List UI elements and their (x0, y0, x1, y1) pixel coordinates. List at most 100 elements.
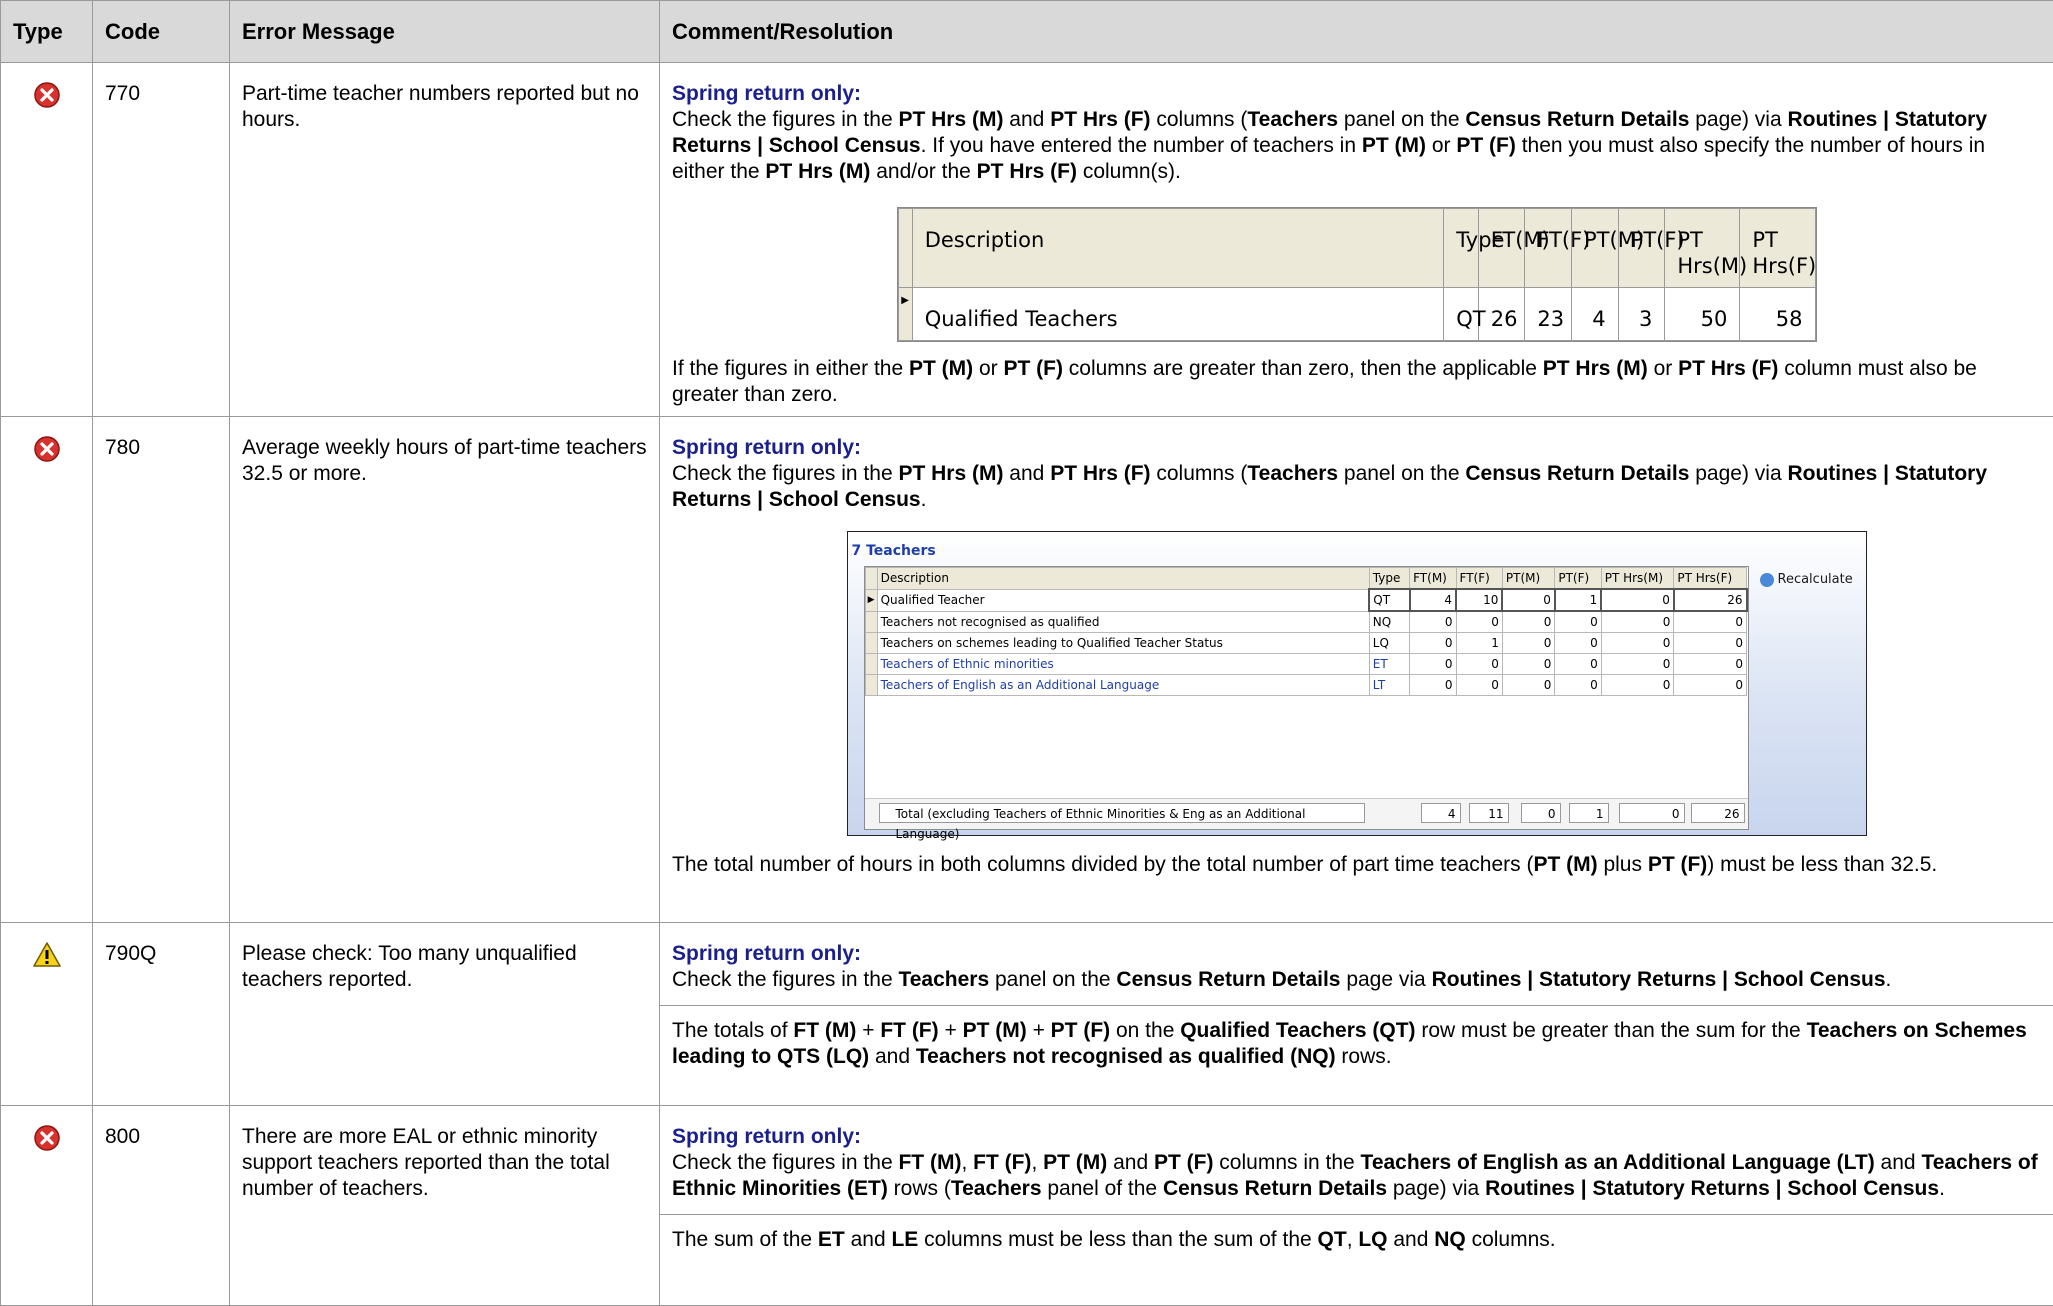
grid-header: PT Hrs(F) (1740, 209, 1815, 288)
table-row: 780 Average weekly hours of part-time te… (1, 417, 2053, 923)
grid-cell[interactable]: 4 (1410, 589, 1456, 611)
grid-cell[interactable]: 0 (1502, 589, 1554, 611)
message-cell: Part-time teacher numbers reported but n… (230, 63, 660, 417)
grid-cell[interactable]: 26 (1674, 589, 1747, 611)
grid-header: PT Hrs(M) (1601, 568, 1674, 590)
grid-cell: Qualified Teacher (877, 589, 1369, 611)
grid-header: Description (877, 568, 1369, 590)
comment-cell: Spring return only: Check the figures in… (660, 1106, 2053, 1306)
resolution-paragraph: The sum of the ET and LE columns must be… (660, 1214, 2053, 1253)
comment-cell: Spring return only: Check the figures in… (660, 63, 2053, 417)
type-cell (1, 417, 93, 923)
grid-row[interactable]: Teachers on schemes leading to Qualified… (865, 633, 1747, 654)
panel-title: 7 Teachers (852, 538, 936, 564)
grid-cell: 50 (1665, 288, 1740, 341)
grid-cell[interactable]: 0 (1456, 611, 1502, 633)
table-row: 790Q Please check: Too many unqualified … (1, 923, 2053, 1106)
grid-row[interactable]: Teachers of English as an Additional Lan… (865, 675, 1747, 696)
grid-cell[interactable]: 0 (1410, 611, 1456, 633)
spring-return-label: Spring return only: (672, 81, 2041, 107)
teachers-grid: Description Type FT(M) FT(F) PT(M) PT(F)… (864, 566, 1749, 830)
error-table: Type Code Error Message Comment/Resoluti… (0, 0, 2053, 1306)
table-header-row: Type Code Error Message Comment/Resoluti… (1, 1, 2053, 63)
grid-cell[interactable]: 0 (1456, 675, 1502, 696)
grid-cell[interactable]: 0 (1601, 633, 1674, 654)
grid-cell[interactable]: 0 (1555, 675, 1601, 696)
grid-cell: Teachers of Ethnic minorities (877, 654, 1369, 675)
total-cell: 4 (1421, 803, 1461, 823)
grid-cell[interactable]: 0 (1410, 654, 1456, 675)
grid-cell: 3 (1618, 288, 1665, 341)
code-cell: 790Q (93, 923, 230, 1106)
grid-cell[interactable]: 0 (1502, 633, 1554, 654)
grid-cell[interactable]: 0 (1674, 633, 1747, 654)
grid-cell: Teachers of English as an Additional Lan… (877, 675, 1369, 696)
grid-cell: LQ (1369, 633, 1409, 654)
total-cell: 26 (1691, 803, 1745, 823)
grid-cell[interactable]: 0 (1502, 611, 1554, 633)
message-cell: Average weekly hours of part-time teache… (230, 417, 660, 923)
grid-row[interactable]: Teachers not recognised as qualified NQ … (865, 611, 1747, 633)
grid-cell[interactable]: 1 (1555, 589, 1601, 611)
grid-cell[interactable]: 0 (1601, 654, 1674, 675)
recalculate-button[interactable]: Recalculate (1760, 567, 1853, 593)
grid-cell[interactable]: QT (1369, 589, 1409, 611)
recalculate-label: Recalculate (1778, 572, 1853, 587)
grid-cell: 58 (1740, 288, 1815, 341)
grid-header: Type (1369, 568, 1409, 590)
error-icon (33, 435, 61, 463)
spring-return-label: Spring return only: (672, 1124, 2041, 1150)
grid-cell[interactable]: 0 (1410, 633, 1456, 654)
grid-cell: Qualified Teachers (912, 288, 1444, 341)
spring-return-label: Spring return only: (672, 941, 2041, 967)
grid-cell[interactable]: 0 (1555, 633, 1601, 654)
total-cell: 1 (1569, 803, 1609, 823)
spring-return-label: Spring return only: (672, 435, 2041, 461)
code-cell: 780 (93, 417, 230, 923)
row-pointer-icon: ▶ (865, 589, 877, 611)
total-cell: 0 (1619, 803, 1685, 823)
grid-cell: 23 (1525, 288, 1572, 341)
grid-cell[interactable]: 0 (1502, 675, 1554, 696)
grid-cell[interactable]: 0 (1555, 654, 1601, 675)
grid-header: PT(F) (1555, 568, 1601, 590)
qualified-teachers-grid-image: Description Type FT(M) FT(F) PT(M) PT(F)… (897, 207, 1817, 342)
grid-cell[interactable]: 0 (1601, 675, 1674, 696)
grid-cell[interactable]: 0 (1555, 611, 1601, 633)
error-icon (33, 81, 61, 109)
grid-row[interactable]: Teachers of Ethnic minorities ET 0 0 0 0… (865, 654, 1747, 675)
grid-cell[interactable]: 0 (1601, 611, 1674, 633)
resolution-paragraph: Check the figures in the FT (M), FT (F),… (672, 1150, 2041, 1202)
comment-cell: Spring return only: Check the figures in… (660, 923, 2053, 1106)
grid-cell[interactable]: 0 (1674, 611, 1747, 633)
grid-cell[interactable]: 0 (1410, 675, 1456, 696)
resolution-paragraph: The totals of FT (M) + FT (F) + PT (M) +… (660, 1005, 2053, 1070)
resolution-paragraph: If the figures in either the PT (M) or P… (672, 356, 2041, 408)
grid-header: Type (1444, 209, 1478, 288)
grid-cell[interactable]: 0 (1502, 654, 1554, 675)
grid-cell[interactable]: 0 (1674, 654, 1747, 675)
warning-icon (33, 941, 61, 969)
code-header: Code (93, 1, 230, 63)
type-cell (1, 63, 93, 417)
recalculate-icon (1760, 573, 1774, 587)
grid-row[interactable]: ▶ Qualified Teacher QT 4 10 0 1 0 26 (865, 589, 1747, 611)
row-pointer-icon: ▶ (898, 288, 912, 341)
code-cell: 770 (93, 63, 230, 417)
type-header: Type (1, 1, 93, 63)
grid-header: PT Hrs(F) (1674, 568, 1747, 590)
grid-cell: QT (1444, 288, 1478, 341)
resolution-paragraph: Check the figures in the PT Hrs (M) and … (672, 461, 2041, 513)
error-message-header: Error Message (230, 1, 660, 63)
comment-cell: Spring return only: Check the figures in… (660, 417, 2053, 923)
grid-cell[interactable]: 10 (1456, 589, 1502, 611)
grid-cell[interactable]: 0 (1674, 675, 1747, 696)
code-cell: 800 (93, 1106, 230, 1306)
grid-cell[interactable]: 1 (1456, 633, 1502, 654)
grid-cell: Teachers not recognised as qualified (877, 611, 1369, 633)
grid-cell[interactable]: 0 (1456, 654, 1502, 675)
type-cell (1, 923, 93, 1106)
grid-cell[interactable]: 0 (1601, 589, 1674, 611)
table-row: 770 Part-time teacher numbers reported b… (1, 63, 2053, 417)
teachers-panel-image: 7 Teachers Recalculate Description Typ (847, 531, 1867, 836)
